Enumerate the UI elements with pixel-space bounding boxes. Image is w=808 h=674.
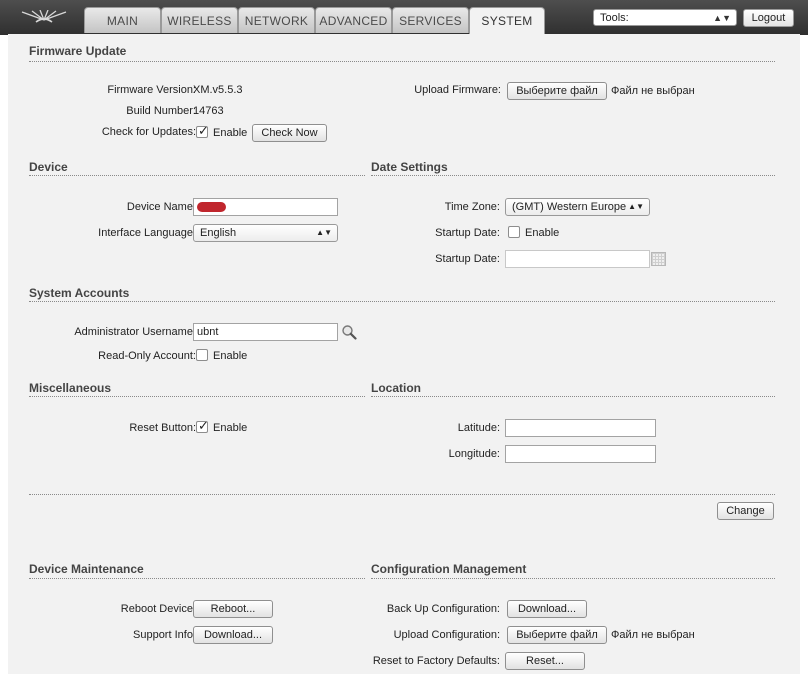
latitude-label: Latitude: (457, 422, 500, 434)
tab-advanced[interactable]: ADVANCED (315, 7, 392, 33)
calendar-icon[interactable] (651, 252, 666, 266)
startup-date-enable-text: Enable (525, 227, 560, 239)
top-navigation-bar: MAIN WIRELESS NETWORK ADVANCED SERVICES … (0, 0, 808, 35)
time-zone-select[interactable]: (GMT) Western Europe ▲▼ (505, 198, 650, 216)
ubiquiti-logo-icon (21, 10, 67, 23)
time-zone-label: Time Zone: (444, 201, 500, 213)
check-updates-label: Check for Updates: (101, 126, 196, 138)
check-updates-checkbox[interactable] (196, 123, 209, 139)
backup-configuration-download-button[interactable]: Download... (507, 600, 587, 618)
divider (29, 494, 775, 495)
readonly-account-checkbox[interactable] (196, 349, 208, 361)
build-number-value: 14763 (193, 105, 224, 117)
admin-username-label: Administrator Username: (74, 326, 196, 338)
divider (371, 396, 775, 397)
firmware-version-value: XM.v5.5.3 (193, 84, 243, 96)
configuration-management-section-title: Configuration Management (371, 562, 527, 576)
tab-services[interactable]: SERVICES (392, 7, 469, 33)
chevron-updown-icon: ▲▼ (626, 199, 644, 215)
reset-factory-defaults-button[interactable]: Reset... (505, 652, 585, 670)
logout-button[interactable]: Logout (743, 9, 794, 27)
support-info-label: Support Info: (133, 629, 196, 641)
tools-select-value: Tools: (600, 12, 629, 24)
check-updates-enable-label: Enable (213, 127, 248, 139)
divider (29, 396, 365, 397)
system-accounts-section-title: System Accounts (29, 286, 130, 300)
divider (29, 175, 365, 176)
redacted-value (197, 202, 226, 212)
upload-configuration-label: Upload Configuration: (393, 629, 500, 641)
tab-wireless[interactable]: WIRELESS (161, 7, 238, 33)
device-name-label: Device Name: (126, 201, 196, 213)
divider (29, 61, 775, 62)
system-panel: Firmware Update Firmware Version: XM.v5.… (8, 34, 800, 674)
time-zone-value: (GMT) Western Europe (512, 201, 627, 213)
reset-button-enable-text: Enable (213, 422, 248, 434)
latitude-input[interactable] (505, 419, 656, 437)
miscellaneous-section-title: Miscellaneous (29, 381, 112, 395)
upload-firmware-no-file-text: Файл не выбран (611, 85, 695, 97)
tab-system[interactable]: SYSTEM (469, 7, 545, 35)
reboot-device-label: Reboot Device: (120, 603, 196, 615)
readonly-account-enable-text: Enable (213, 350, 248, 362)
divider (371, 578, 775, 579)
upload-configuration-choose-file-button[interactable]: Выберите файл (507, 626, 607, 644)
longitude-label: Longitude: (448, 448, 500, 460)
device-section-title: Device (29, 160, 68, 174)
support-info-download-button[interactable]: Download... (193, 626, 273, 644)
date-settings-section-title: Date Settings (371, 160, 448, 174)
interface-language-select[interactable]: English ▲▼ (193, 224, 338, 242)
startup-date-label: Startup Date: (435, 253, 500, 265)
reboot-button[interactable]: Reboot... (193, 600, 273, 618)
startup-date-checkbox[interactable] (508, 226, 520, 238)
change-button[interactable]: Change (717, 502, 774, 520)
device-maintenance-section-title: Device Maintenance (29, 562, 144, 576)
firmware-section-title: Firmware Update (29, 44, 127, 58)
chevron-updown-icon: ▲▼ (316, 228, 332, 237)
location-section-title: Location (371, 381, 421, 395)
divider (29, 301, 775, 302)
reset-button-label: Reset Button: (129, 422, 196, 434)
reset-button-checkbox[interactable] (196, 418, 209, 434)
search-icon[interactable] (341, 324, 357, 340)
interface-language-label: Interface Language: (98, 227, 196, 239)
tools-select[interactable]: Tools: ▲▼ (593, 9, 737, 26)
upload-firmware-label: Upload Firmware: (414, 84, 501, 96)
startup-date-input[interactable] (505, 250, 650, 268)
build-number-label: Build Number: (126, 105, 196, 117)
tab-main[interactable]: MAIN (84, 7, 161, 33)
backup-configuration-label: Back Up Configuration: (386, 603, 500, 615)
readonly-account-label: Read-Only Account: (98, 350, 196, 362)
check-now-button[interactable]: Check Now (252, 124, 327, 142)
admin-username-input[interactable]: ubnt (193, 323, 338, 341)
tab-network[interactable]: NETWORK (238, 7, 315, 33)
divider (371, 175, 775, 176)
interface-language-value: English (200, 227, 237, 239)
reset-factory-defaults-label: Reset to Factory Defaults: (372, 655, 500, 667)
upload-configuration-no-file-text: Файл не выбран (611, 629, 695, 641)
divider (29, 578, 365, 579)
upload-firmware-choose-file-button[interactable]: Выберите файл (507, 82, 607, 100)
firmware-version-label: Firmware Version: (107, 84, 196, 96)
longitude-input[interactable] (505, 445, 656, 463)
chevron-updown-icon: ▲▼ (713, 13, 731, 23)
startup-date-enable-label: Startup Date: (435, 227, 500, 239)
device-name-input[interactable] (193, 198, 338, 216)
